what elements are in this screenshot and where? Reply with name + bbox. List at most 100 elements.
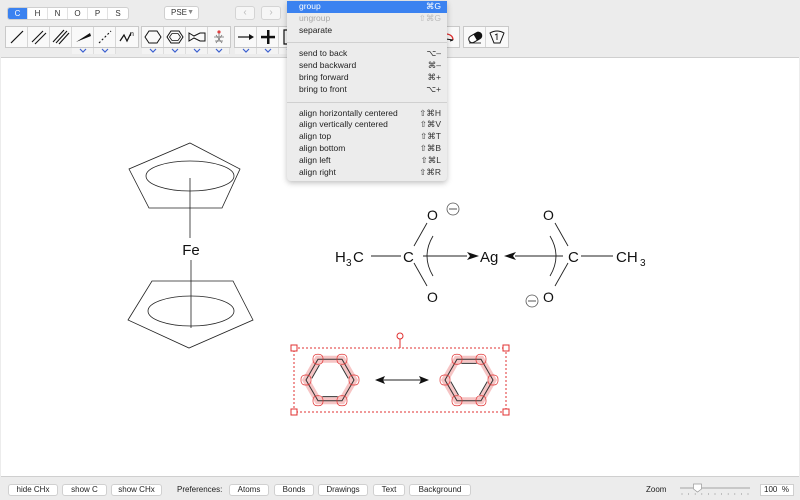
menu-item-align-left[interactable]: align left ⇧⌘L [287,155,447,167]
rotation-handle[interactable] [396,332,404,340]
element-tab-h[interactable]: H [28,8,48,19]
plus-menu[interactable] [257,48,279,54]
left-methyl-c: C [353,249,364,266]
element-tab-p[interactable]: P [88,8,108,19]
arrange-context-menu: group ⌘G ungroup ⇧⌘G separate send to back ⌥– s… [287,1,447,182]
element-tab-o[interactable]: O [68,8,88,19]
arrow-tool[interactable] [235,27,257,47]
wedge-bond-menu[interactable] [72,48,94,54]
menu-item-label: align top [299,131,332,142]
silver-atom-label: Ag [480,249,498,266]
chevron-down-icon [193,48,200,53]
menu-item-shortcut: ⌥+ [426,83,441,94]
arrow-menu[interactable] [235,48,257,54]
resize-handle-top-left[interactable] [290,344,298,352]
element-tab-s[interactable]: S [108,8,128,19]
single-bond-tool[interactable] [6,27,28,47]
atoms-button[interactable]: Atoms [229,484,269,496]
zoom-slider[interactable] [678,483,752,497]
dashed-bond-menu[interactable] [94,48,116,54]
right-arrowhead [504,252,516,260]
cyclohexane-menu[interactable] [142,48,164,54]
menu-separator [287,101,447,103]
plus-icon [260,30,275,44]
bond-tools: n [5,26,139,48]
menu-item-align-right[interactable]: align right ⇧⌘R [287,167,447,179]
back-button[interactable]: ‹ [235,6,255,20]
lasso-tool[interactable] [486,27,508,47]
menu-item-send-to-back[interactable]: send to back ⌥– [287,48,447,60]
pse-dropdown[interactable]: PSE ▼ [164,6,199,20]
dashed-bond-icon [98,30,111,44]
menu-item-send-backward[interactable]: send backward ⌘– [287,60,447,72]
top-charge [446,202,460,216]
zoom-slider-ticks [681,493,749,495]
menu-item-shortcut: ⇧⌘H [419,107,441,118]
triple-bond-tool[interactable] [50,27,72,47]
forward-button[interactable]: › [261,6,281,20]
iron-atom-label: Fe [182,242,200,259]
left-arrowhead [467,252,479,260]
cyclohexane-tool[interactable] [142,27,164,47]
chemistry-editor-window: C H N O P S PSE ▼ ‹ › n Fe H 3 C C O O A… [0,0,800,500]
menu-item-label: separate [299,24,333,35]
plus-tool[interactable] [257,27,279,47]
drawings-button[interactable]: Drawings [318,484,368,496]
chain-n-icon: n [119,31,134,43]
menu-item-group[interactable]: group ⌘G [287,1,447,13]
dashed-bond-tool[interactable] [94,27,116,47]
menu-item-align-vertically-centered[interactable]: align vertically centered ⇧⌘V [287,119,447,131]
background-button[interactable]: Background [409,484,471,496]
zoom-slider-knob [693,483,702,493]
chair-ring-icon [188,32,205,42]
chair-ring-menu[interactable] [186,48,208,54]
benzene-menu[interactable] [164,48,186,54]
chevron-down-icon [171,48,178,53]
molecule-3d-menu[interactable] [208,48,230,54]
menu-item-bring-to-front[interactable]: bring to front ⌥+ [287,84,447,96]
arrow-icon [237,34,254,40]
chain-tool[interactable]: n [116,27,138,47]
element-tabs: C H N O P S [7,7,129,20]
silver-acetate-molecule[interactable]: H 3 C C O O Ag C O O CH 3 [335,202,646,308]
bonds-button[interactable]: Bonds [274,484,314,496]
zoom-value: 100 [764,485,778,494]
menu-item-bring-forward[interactable]: bring forward ⌘+ [287,72,447,84]
zoom-unit: % [781,485,789,494]
double-bond-tool[interactable] [28,27,50,47]
molecule-3d-icon [214,30,224,44]
menu-item-separate[interactable]: separate [287,25,447,37]
right-top-oxygen: O [543,207,554,223]
single-bond-icon [10,30,23,44]
benzene-tool[interactable] [164,27,186,47]
bond-tool-menus [6,48,116,54]
zoom-input[interactable]: 100 % [760,484,794,496]
text-button[interactable]: Text [373,484,405,496]
pse-label: PSE [171,8,188,17]
menu-item-shortcut: ⇧⌘B [419,142,441,153]
resize-handle-top-right[interactable] [502,344,510,352]
element-tab-c[interactable]: C [8,8,28,19]
show-c-button[interactable]: show C [62,484,107,496]
resize-handle-bottom-left[interactable] [290,408,298,416]
show-chx-button[interactable]: show CHx [111,484,162,496]
menu-item-label: align left [299,154,331,165]
left-carbon: C [403,249,414,266]
menu-item-shortcut: ⇧⌘T [420,131,441,142]
menu-item-ungroup: ungroup ⇧⌘G [287,13,447,25]
ring-tools [141,26,231,48]
menu-item-label: group [299,1,321,11]
element-tab-n[interactable]: N [48,8,68,19]
menu-item-align-bottom[interactable]: align bottom ⇧⌘B [287,143,447,155]
hide-chx-button[interactable]: hide CHx [8,484,58,496]
selected-benzene-group[interactable] [290,332,510,416]
molecule-3d-tool[interactable] [208,27,230,47]
eraser-tool[interactable] [464,27,486,47]
chevron-down-icon [101,48,108,53]
chair-ring-tool[interactable] [186,27,208,47]
menu-item-align-top[interactable]: align top ⇧⌘T [287,131,447,143]
menu-item-align-horizontally-centered[interactable]: align horizontally centered ⇧⌘H [287,108,447,120]
wedge-bond-tool[interactable] [72,27,94,47]
resize-handle-bottom-right[interactable] [502,408,510,416]
bottom-charge [525,294,539,308]
